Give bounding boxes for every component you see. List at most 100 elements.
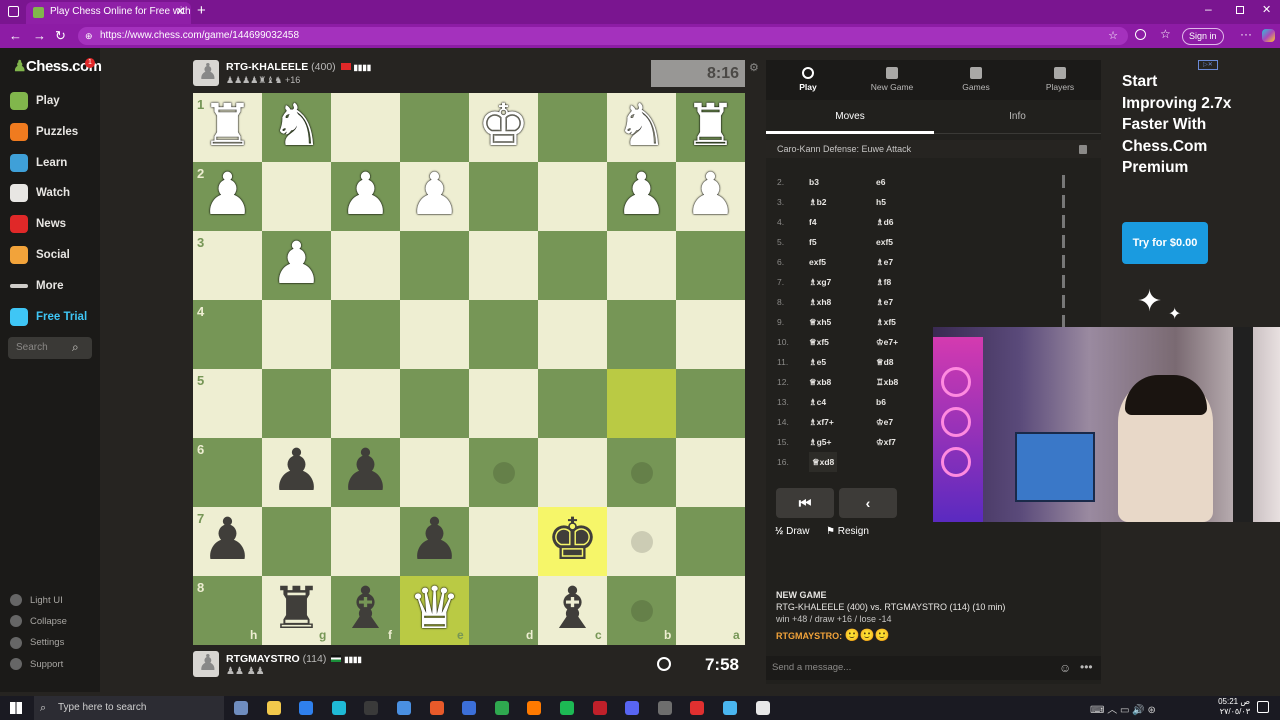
resign-button[interactable]: ⚑ Resign [826,526,869,537]
black-move[interactable]: ♗f8 [876,272,891,292]
square-c3[interactable] [538,231,607,300]
board-settings-icon[interactable]: ⚙ [749,61,759,74]
system-tray[interactable]: ⌨ ︿ ▭ 🔊 ⊛ [1090,701,1156,716]
close-window-button[interactable]: ✕ [1262,3,1271,16]
square-e1[interactable] [400,93,469,162]
black-move[interactable]: h5 [876,192,886,212]
legal-move-dot[interactable] [630,599,653,622]
maximize-button[interactable] [1236,6,1244,14]
square-f4[interactable] [331,300,400,369]
square-c6[interactable] [538,438,607,507]
spotify-icon[interactable] [560,701,574,715]
draw-button[interactable]: ½ Draw [775,526,809,537]
square-e4[interactable] [400,300,469,369]
square-d5[interactable] [469,369,538,438]
white-move[interactable]: b3 [809,172,819,192]
square-b4[interactable] [607,300,676,369]
white-move[interactable]: ♗b2 [809,192,827,212]
sidebar-support[interactable]: Support [10,658,63,671]
bottom-player-name[interactable]: RTGMAYSTRO (114) ▮▮▮▮ [226,653,362,665]
url-field[interactable]: ⊕ https://www.chess.com/game/14469903245… [78,27,1128,45]
black-move[interactable]: e6 [876,172,885,192]
ad-info-icon[interactable]: ▷✕ [1198,60,1218,70]
square-g4[interactable] [262,300,331,369]
white-pawn-icon[interactable]: ♟ [676,162,745,231]
square-d7[interactable] [469,507,538,576]
app-icon[interactable] [494,701,509,715]
sidebar-light-ui[interactable]: Light UI [10,594,63,606]
window-menu-icon[interactable] [8,6,19,17]
nav-play[interactable]: Play [766,60,850,100]
square-e5[interactable] [400,369,469,438]
black-rook-icon[interactable]: ♜ [262,576,331,645]
square-b5[interactable] [607,369,676,438]
square-e3[interactable] [400,231,469,300]
extensions-icon[interactable] [1135,29,1146,40]
square-a4[interactable] [676,300,745,369]
notifications-icon[interactable] [1257,701,1269,713]
black-bishop-icon[interactable]: ♝ [538,576,607,645]
store-icon[interactable] [299,701,314,715]
black-move[interactable]: ♗e7 [876,292,893,312]
copilot-icon[interactable] [1262,29,1275,42]
previous-move-button[interactable]: ‹ [839,488,897,518]
obs-icon[interactable] [690,701,705,715]
square-e6[interactable] [400,438,469,507]
white-move[interactable]: ♕xh5 [809,312,831,332]
white-move[interactable]: ♕xb8 [809,372,831,392]
square-f7[interactable] [331,507,400,576]
black-pawn-icon[interactable]: ♟ [262,438,331,507]
opening-name[interactable]: Caro-Kann Defense: Euwe Attack [766,140,1101,158]
slack-icon[interactable] [527,701,542,715]
book-icon[interactable] [1079,145,1087,154]
windows-start-icon[interactable] [10,702,22,714]
black-pawn-icon[interactable]: ♟ [193,507,262,576]
white-queen-icon[interactable]: ♛ [400,576,469,645]
black-move[interactable]: exf5 [876,232,893,252]
square-b3[interactable] [607,231,676,300]
search-input[interactable]: Search ⌕ [8,337,92,359]
black-move[interactable]: ♔e7 [876,412,893,432]
mail-icon[interactable] [397,701,411,715]
first-move-button[interactable]: ⏮ [776,488,834,518]
forward-arrow-icon[interactable]: → [33,28,46,43]
black-bishop-icon[interactable]: ♝ [331,576,400,645]
black-move[interactable]: ♗e7 [876,252,893,272]
favorite-star-icon[interactable]: ☆ [1108,27,1118,45]
square-c5[interactable] [538,369,607,438]
bottom-player-avatar[interactable]: ♟ [193,650,219,677]
nav-new-game[interactable]: New Game [850,60,934,100]
brave-icon[interactable] [429,701,444,715]
white-move[interactable]: ♕xf5 [809,332,829,352]
discord-icon[interactable] [625,701,640,715]
white-pawn-icon[interactable]: ♟ [400,162,469,231]
sidebar-item-learn[interactable]: Learn [10,152,67,174]
legal-move-dot[interactable] [492,461,515,484]
calculator-icon[interactable] [364,701,379,715]
square-d3[interactable] [469,231,538,300]
pen-icon[interactable] [657,701,672,715]
square-c1[interactable] [538,93,607,162]
recorder-icon[interactable] [592,701,607,715]
white-king-icon[interactable]: ♚ [469,93,538,162]
vscode-icon[interactable] [462,701,477,715]
app2-icon[interactable] [723,701,737,715]
white-move[interactable]: ♗c4 [809,392,826,412]
legal-move-dot[interactable] [630,530,653,553]
nav-players[interactable]: Players [1018,60,1102,100]
white-rook-icon[interactable]: ♜ [193,93,262,162]
white-move[interactable]: ♗xg7 [809,272,831,292]
square-a7[interactable] [676,507,745,576]
white-pawn-icon[interactable]: ♟ [262,231,331,300]
square-a5[interactable] [676,369,745,438]
file-explorer-icon[interactable] [266,701,281,715]
sidebar-item-watch[interactable]: Watch [10,182,70,204]
black-move[interactable]: ♖xb8 [876,372,898,392]
square-a3[interactable] [676,231,745,300]
white-rook-icon[interactable]: ♜ [676,93,745,162]
white-move[interactable]: ♗xh8 [809,292,831,312]
white-move[interactable]: ♕xd8 [809,452,838,472]
legal-move-dot[interactable] [630,461,653,484]
black-move[interactable]: ♔e7+ [876,332,898,352]
white-knight-icon[interactable]: ♞ [262,93,331,162]
